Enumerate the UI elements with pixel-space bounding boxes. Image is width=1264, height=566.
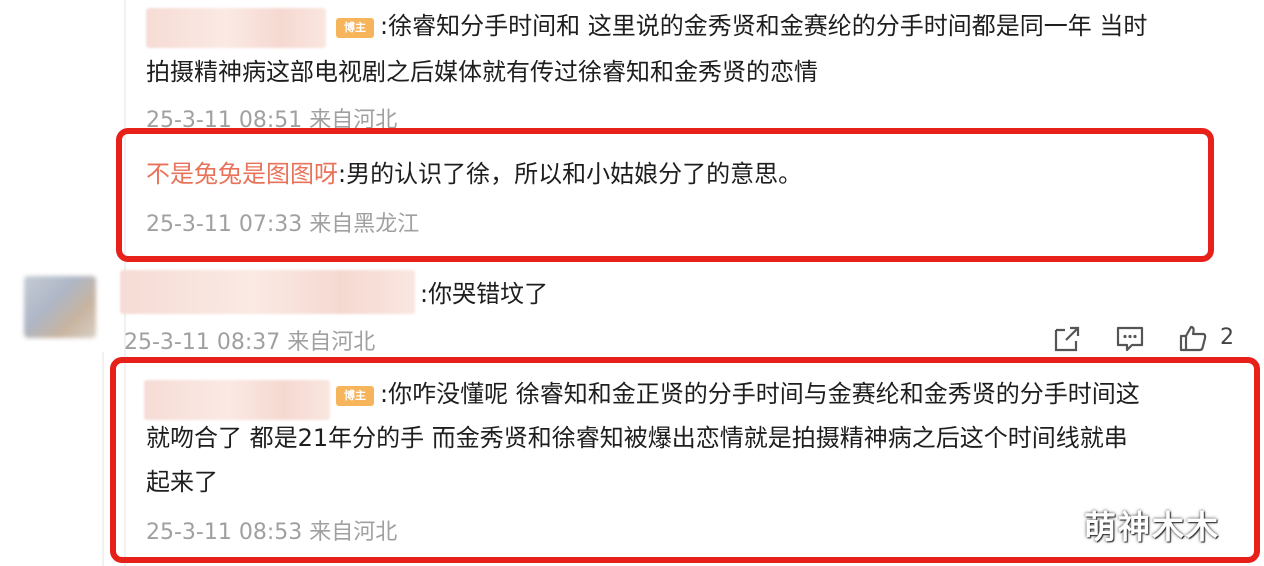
comment-meta: 25-3-11 08:53 来自河北	[146, 520, 398, 545]
blogger-badge: 博主	[336, 18, 374, 38]
highlight-box	[116, 128, 1214, 262]
blogger-badge: 博主	[336, 386, 374, 406]
comment-meta: 25-3-11 08:37 来自河北	[124, 330, 376, 355]
comment-text-line: :你咋没懂呢 徐睿知和金正贤的分手时间与金赛纶和金秀贤的分手时间这	[380, 380, 1140, 408]
comment-text-line: 起来了	[146, 468, 218, 496]
watermark: 萌神木木	[1084, 508, 1221, 546]
reply-thread-rail-lower	[102, 352, 104, 566]
comment-body: :男的认识了徐，所以和小姑娘分了的意思。	[338, 160, 803, 188]
thumbs-up-icon[interactable]	[1178, 323, 1208, 353]
blurred-username[interactable]	[120, 270, 415, 314]
like-count: 2	[1220, 325, 1234, 350]
comment-text-line: 拍摄精神病这部电视剧之后媒体就有传过徐睿知和金秀贤的恋情	[146, 58, 818, 86]
comment-text: :你哭错坟了	[420, 280, 549, 308]
blurred-username[interactable]	[144, 380, 330, 420]
avatar[interactable]	[24, 276, 96, 338]
comment-text-line: :徐睿知分手时间和 这里说的金秀贤和金赛纶的分手时间都是同一年 当时	[380, 12, 1148, 40]
comment-text: 不是兔兔是图图呀:男的认识了徐，所以和小姑娘分了的意思。	[146, 156, 802, 192]
comment-meta: 25-3-11 07:33 来自黑龙江	[146, 212, 420, 237]
comment-icon[interactable]	[1115, 324, 1145, 354]
share-icon[interactable]	[1052, 324, 1082, 354]
comment-text-line: 就吻合了 都是21年分的手 而金秀贤和徐睿知被爆出恋情就是拍摄精神病之后这个时间…	[146, 424, 1128, 452]
username-link[interactable]: 不是兔兔是图图呀	[146, 160, 338, 188]
blurred-username[interactable]	[146, 8, 326, 48]
